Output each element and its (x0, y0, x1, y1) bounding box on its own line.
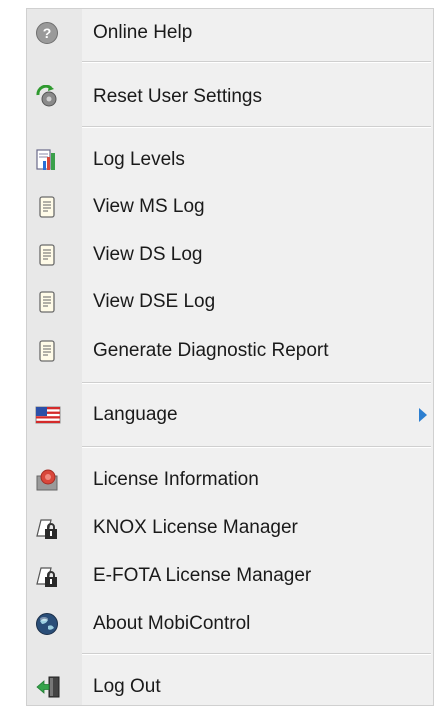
menu-item-knox-license-manager[interactable]: KNOX License Manager (27, 507, 433, 549)
menu-separator (82, 126, 431, 128)
menu-item-about-mobicontrol[interactable]: About MobiControl (27, 603, 433, 645)
menu-item-label: KNOX License Manager (93, 517, 298, 538)
menu-item-label: View DS Log (93, 244, 203, 265)
menu-item-log-out[interactable]: Log Out (27, 666, 433, 708)
log-document-icon (35, 195, 59, 219)
menu-separator (82, 382, 431, 384)
svg-text:?: ? (43, 25, 52, 41)
us-flag-icon (35, 403, 61, 427)
logout-door-icon (35, 675, 60, 699)
menu-item-label: View MS Log (93, 196, 205, 217)
menu-item-view-ms-log[interactable]: View MS Log (27, 186, 433, 228)
help-icon: ? (35, 21, 59, 45)
menu-separator (82, 61, 431, 63)
menu-item-online-help[interactable]: ? Online Help (27, 12, 433, 54)
log-levels-icon (35, 148, 59, 172)
log-document-icon (35, 339, 59, 363)
menu-item-label: View DSE Log (93, 291, 216, 312)
help-menu: ? Online Help Reset User Settings Log Le… (26, 8, 434, 706)
menu-item-label: Online Help (93, 22, 193, 43)
menu-item-label: License Information (93, 469, 259, 490)
menu-item-license-information[interactable]: License Information (27, 459, 433, 501)
menu-item-label: Log Out (93, 676, 161, 697)
menu-item-reset-user-settings[interactable]: Reset User Settings (27, 76, 433, 118)
menu-item-generate-diagnostic-report[interactable]: Generate Diagnostic Report (27, 330, 433, 372)
license-lock-icon (35, 564, 59, 588)
menu-item-label: Language (93, 404, 178, 425)
license-lock-icon (35, 516, 59, 540)
menu-item-label: About MobiControl (93, 613, 251, 634)
menu-item-efota-license-manager[interactable]: E-FOTA License Manager (27, 555, 433, 597)
menu-separator (82, 446, 431, 448)
menu-item-label: Generate Diagnostic Report (93, 340, 329, 361)
menu-item-label: E-FOTA License Manager (93, 565, 312, 586)
menu-item-language[interactable]: Language (27, 394, 433, 436)
menu-item-label: Log Levels (93, 149, 185, 170)
menu-separator (82, 653, 431, 655)
menu-item-label: Reset User Settings (93, 86, 262, 107)
globe-icon (35, 612, 59, 636)
reset-settings-icon (35, 84, 59, 109)
license-seal-icon (35, 468, 59, 492)
menu-item-log-levels[interactable]: Log Levels (27, 139, 433, 181)
log-document-icon (35, 290, 59, 314)
menu-item-view-dse-log[interactable]: View DSE Log (27, 281, 433, 323)
submenu-arrow-icon (419, 408, 427, 422)
menu-item-view-ds-log[interactable]: View DS Log (27, 234, 433, 276)
log-document-icon (35, 243, 59, 267)
